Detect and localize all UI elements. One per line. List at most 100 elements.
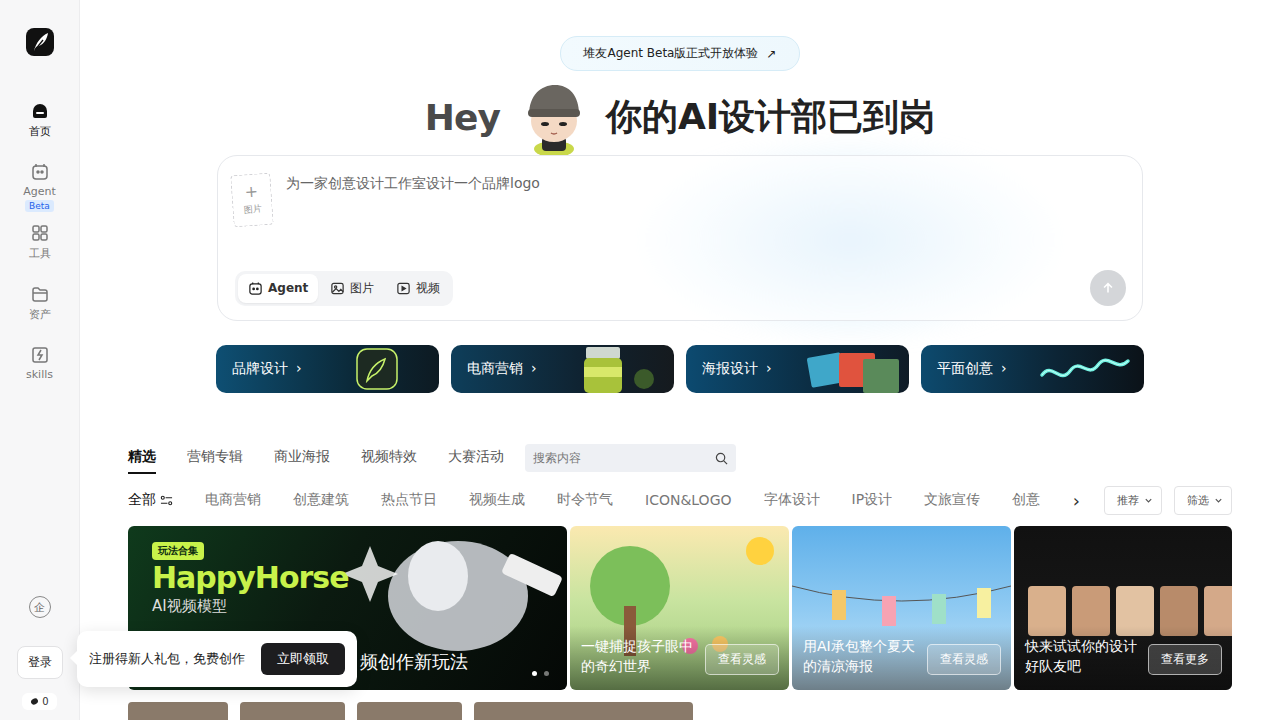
filter-chip[interactable]: 视频生成 — [469, 491, 525, 509]
composer: +图片Agent图片视频 — [217, 155, 1143, 321]
category-title: 品牌设计 — [232, 360, 288, 378]
filter-label: 全部 — [128, 491, 156, 509]
login-button[interactable]: 登录 — [17, 646, 63, 679]
video-icon — [396, 281, 411, 296]
category-label: 平面创意› — [937, 360, 1007, 378]
carousel-dot[interactable] — [532, 671, 537, 676]
claim-button[interactable]: 立即领取 — [261, 643, 345, 675]
card-button[interactable]: 查看更多 — [1148, 644, 1222, 675]
sidebar-item[interactable]: AgentBeta — [8, 158, 72, 219]
filter-chip[interactable]: 创意 — [1012, 491, 1040, 509]
filter-dropdown[interactable]: 筛选 — [1174, 486, 1232, 515]
banner-subtitle: AI视频模型 — [152, 597, 227, 616]
chevron-down-icon — [1214, 496, 1223, 505]
mode-tab[interactable]: Agent — [238, 274, 318, 303]
category-card[interactable]: 电商营销› — [451, 345, 674, 393]
filter-chip[interactable]: 时令节气 — [557, 491, 613, 509]
card-button[interactable]: 查看灵感 — [705, 644, 779, 675]
filter-chip[interactable]: 字体设计 — [764, 491, 820, 509]
avatar-icon — [514, 79, 592, 155]
carousel-dot[interactable] — [544, 671, 549, 676]
tab[interactable]: 商业海报 — [274, 448, 330, 474]
skills-icon — [30, 345, 50, 368]
folder-icon — [30, 284, 50, 307]
filter-label: 时令节气 — [557, 491, 613, 509]
category-art — [799, 345, 909, 393]
filter-chip[interactable]: 电商营销 — [205, 491, 261, 509]
tab[interactable]: 精选 — [128, 448, 156, 474]
search-input[interactable] — [533, 451, 715, 465]
send-button[interactable] — [1090, 270, 1126, 306]
category-art — [329, 345, 439, 393]
mode-tab[interactable]: 视频 — [386, 274, 450, 303]
sidebar-footer: 企登录 0 — [0, 596, 79, 720]
filter-label: 创意建筑 — [293, 491, 349, 509]
card-caption: 快来试试你的设计好队友吧 — [1025, 636, 1137, 676]
image-icon — [330, 281, 345, 296]
tools-icon — [30, 223, 50, 246]
card-caption: 一键捕捉孩子眼中的奇幻世界 — [581, 636, 693, 676]
filter-chip[interactable]: IP设计 — [852, 491, 893, 509]
credits-count: 0 — [42, 696, 48, 707]
filter-chip[interactable]: ICON&LOGO — [645, 492, 732, 508]
sidebar-nav: 首页AgentBeta 工具资产 skills — [8, 97, 72, 402]
category-label: 品牌设计› — [232, 360, 302, 378]
filter-chip[interactable]: 全部 — [128, 491, 173, 509]
tooltip-text: 注册得新人礼包，免费创作 — [89, 650, 245, 668]
card-button[interactable]: 查看灵感 — [927, 644, 1001, 675]
sort-dropdown[interactable]: 推荐 — [1104, 486, 1162, 515]
filter-list: 全部 电商营销 创意建筑 热点节日 视频生成 时令节气 ICON&LOGO 字体设计 IP设计 文… — [128, 491, 1067, 509]
prompt-input[interactable] — [286, 170, 1130, 191]
category-card[interactable]: 海报设计› — [686, 345, 909, 393]
sidebar-item[interactable]: 首页 — [8, 97, 72, 158]
upload-label: 图片 — [243, 202, 262, 216]
filter-label: 文旅宣传 — [924, 491, 980, 509]
mode-label: Agent — [268, 281, 308, 295]
inspiration-card[interactable]: 用AI承包整个夏天的清凉海报查看灵感 — [792, 526, 1011, 690]
filter-list-icon — [160, 494, 173, 507]
arrow-up-icon — [1101, 281, 1115, 295]
announcement-text: 堆友Agent Beta版正式开放体验 — [583, 45, 758, 62]
mode-tab[interactable]: 图片 — [320, 274, 384, 303]
sidebar-item[interactable]: 资产 — [8, 280, 72, 341]
filter-label: 字体设计 — [764, 491, 820, 509]
sidebar-item[interactable]: skills — [8, 341, 72, 402]
main: 堆友Agent Beta版正式开放体验↗Hey你的AI设计部已到岗+图片Agen… — [80, 0, 1280, 720]
beta-badge: Beta — [25, 200, 54, 212]
tab[interactable]: 营销专辑 — [187, 448, 243, 474]
filter-label: 电商营销 — [205, 491, 261, 509]
filter-chip[interactable]: 热点节日 — [381, 491, 437, 509]
filter-chip[interactable]: 文旅宣传 — [924, 491, 980, 509]
filter-chip[interactable]: 创意建筑 — [293, 491, 349, 509]
chevron-icon: › — [1001, 360, 1007, 378]
next-row — [128, 702, 1232, 720]
sidebar-label: 工具 — [29, 246, 51, 261]
home-icon — [30, 101, 50, 124]
banner-tag: 玩法合集 — [152, 542, 204, 560]
tab[interactable]: 大赛活动 — [448, 448, 504, 474]
banner-caption: 频创作新玩法 — [360, 650, 468, 674]
inspiration-card[interactable]: 一键捕捉孩子眼中的奇幻世界查看灵感 — [570, 526, 789, 690]
mode-label: 视频 — [416, 280, 440, 297]
carousel-dots — [532, 671, 549, 676]
announcement[interactable]: 堆友Agent Beta版正式开放体验↗ — [560, 36, 799, 71]
category-card[interactable]: 平面创意› — [921, 345, 1144, 393]
category-title: 电商营销 — [467, 360, 523, 378]
enterprise-icon[interactable]: 企 — [29, 596, 51, 618]
sidebar-label: 资产 — [29, 307, 51, 322]
filter-label: 创意 — [1012, 491, 1040, 509]
composer-row: +图片 — [230, 170, 1130, 226]
composer-toolbar: Agent 图片 视频 — [230, 270, 1130, 306]
tab[interactable]: 视频特效 — [361, 448, 417, 474]
credits-badge: 0 — [22, 693, 56, 710]
sidebar-item[interactable]: 工具 — [8, 219, 72, 280]
category-title: 海报设计 — [702, 360, 758, 378]
sidebar: 首页AgentBeta 工具资产 skills 企登录 0 — [0, 0, 80, 720]
category-art — [564, 345, 674, 393]
scroll-right-icon[interactable]: › — [1067, 490, 1092, 511]
sort-label: 推荐 — [1117, 493, 1139, 508]
inspiration-card[interactable]: 快来试试你的设计好队友吧查看更多 — [1014, 526, 1232, 690]
category-label: 海报设计› — [702, 360, 772, 378]
category-card[interactable]: 品牌设计› — [216, 345, 439, 393]
upload-image[interactable]: +图片 — [230, 173, 274, 228]
